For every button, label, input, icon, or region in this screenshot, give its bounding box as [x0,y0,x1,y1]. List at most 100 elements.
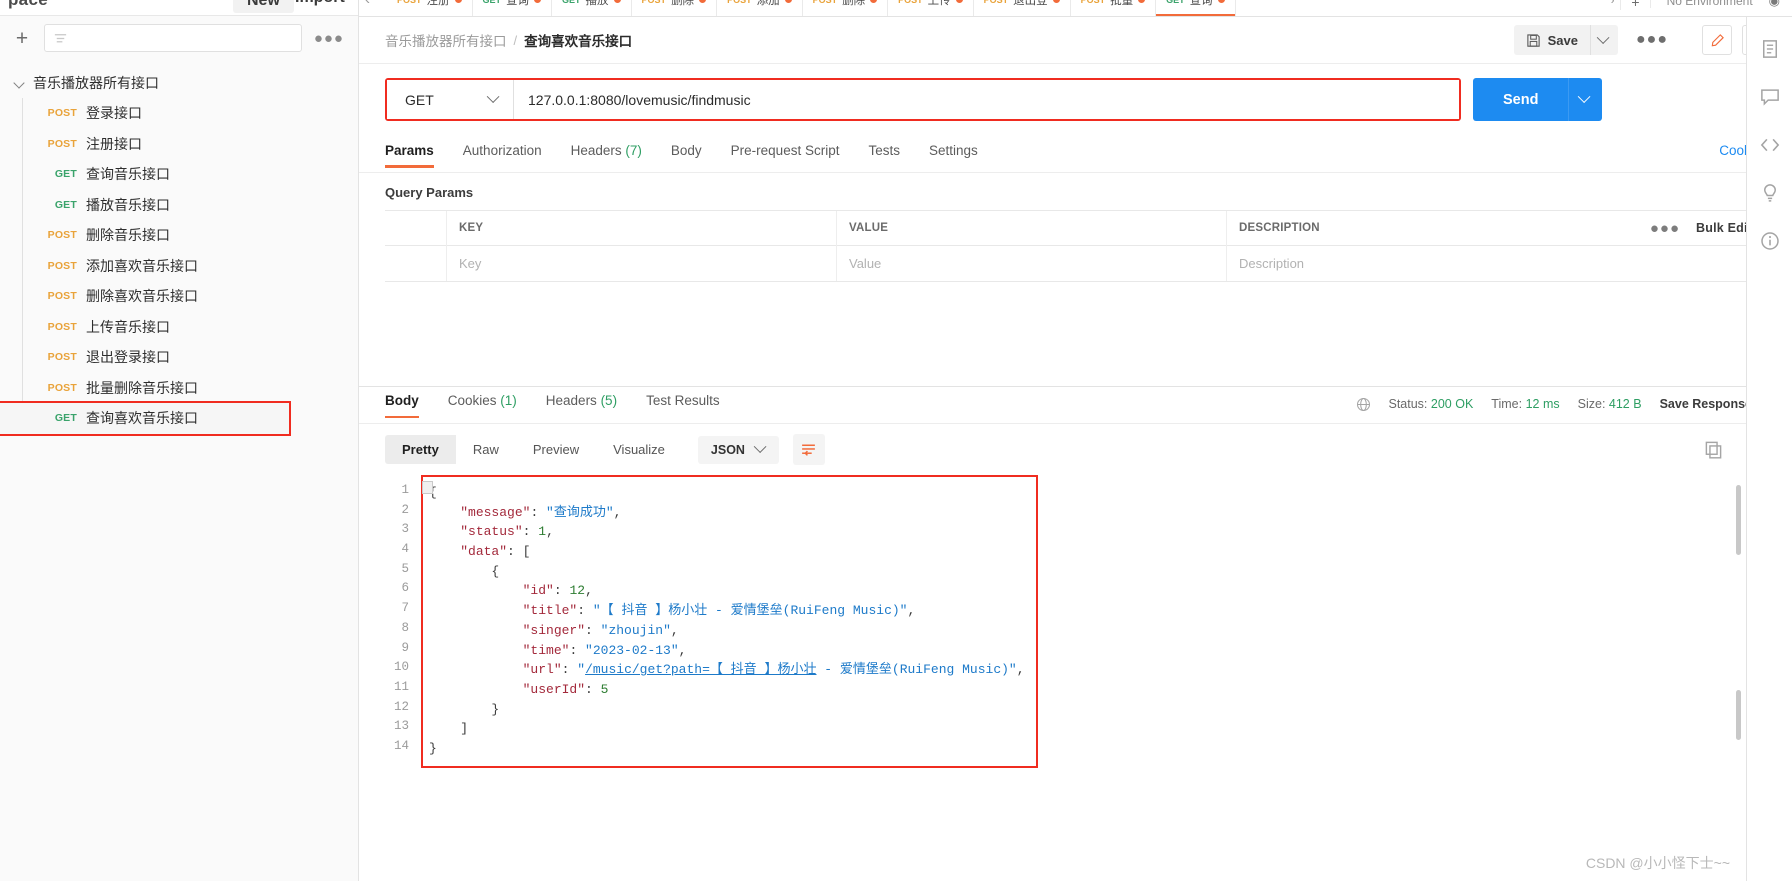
sidebar-request-item[interactable]: GET 查询音乐接口 [22,159,358,190]
info-icon[interactable] [1760,231,1780,251]
lightbulb-icon[interactable] [1760,183,1780,203]
unsaved-dot-icon[interactable] [699,0,707,3]
environment-eye-icon[interactable]: ◉ [1769,0,1792,9]
response-tab-headers[interactable]: Headers (5) [546,393,617,417]
open-tab[interactable]: POST 删除 [803,0,889,16]
request-tab-settings[interactable]: Settings [929,143,978,167]
method-select[interactable]: GET [387,80,514,119]
row-checkbox-cell[interactable] [385,246,447,281]
code-snippet-icon[interactable] [1760,135,1780,155]
line-number: 1 [401,483,409,497]
tab-method-label: POST [397,0,422,5]
tab-label: Pre-request Script [730,142,840,158]
unsaved-dot-icon[interactable] [955,0,963,3]
request-tab-headers[interactable]: Headers (7) [571,143,642,167]
table-more-icon[interactable]: ●●● [1650,220,1680,237]
edit-request-button[interactable] [1702,25,1732,55]
line-number: 2 [401,502,409,517]
request-body-empty-space [359,282,1792,386]
tabbar-scroll-left-icon[interactable]: ‹ [365,0,370,8]
sidebar-more-icon[interactable]: ●●● [312,30,346,47]
select-all-cell[interactable] [385,210,447,246]
tab-label: Body [670,142,702,158]
sidebar-request-item[interactable]: GET 播放音乐接口 [22,190,358,221]
documentation-icon[interactable] [1760,39,1780,59]
description-input[interactable]: Description [1227,246,1768,281]
bulk-edit-button[interactable]: Bulk Edit [1696,221,1752,235]
environment-selector[interactable]: No Environment [1649,0,1769,8]
url-input[interactable] [514,80,1459,119]
sidebar-request-item[interactable]: POST 注册接口 [22,129,358,160]
unsaved-dot-icon[interactable] [1217,0,1225,3]
request-tab-body[interactable]: Body [671,143,702,167]
wrap-lines-button[interactable] [792,434,825,465]
request-tab-pre-request-script[interactable]: Pre-request Script [731,143,840,167]
open-tab[interactable]: POST 删除 [632,0,718,16]
sidebar-request-item[interactable]: POST 批量删除音乐接口 [22,373,358,404]
response-format-select[interactable]: JSON [697,435,779,464]
sidebar-request-item[interactable]: POST 登录接口 [22,98,358,129]
value-input[interactable]: Value [837,246,1227,281]
filter-input[interactable] [44,24,302,52]
code-token: : [ [507,544,531,560]
code-token: "2023-02-13" [585,642,679,658]
code-token: : [522,524,539,540]
response-tab-test-results[interactable]: Test Results [646,393,720,417]
new-button[interactable]: New [233,0,294,13]
request-name-label: 注册接口 [86,135,142,152]
request-tab-params[interactable]: Params [385,143,434,168]
save-options-button[interactable] [1590,25,1618,55]
send-options-button[interactable] [1568,78,1603,121]
unsaved-dot-icon[interactable] [534,0,542,3]
unsaved-dot-icon[interactable] [870,0,878,3]
response-scrollbar[interactable] [1736,485,1741,555]
open-tab[interactable]: GET 查询 [473,0,553,16]
send-button[interactable]: Send [1473,78,1569,121]
open-tab[interactable]: POST 批量 [1071,0,1157,16]
request-more-icon[interactable]: ●●● [1636,31,1668,49]
view-mode-visualize[interactable]: Visualize [596,435,682,464]
open-tab[interactable]: POST 添加 [717,0,803,16]
view-mode-raw[interactable]: Raw [455,435,516,464]
unsaved-dot-icon[interactable] [613,0,621,3]
sidebar-request-item[interactable]: POST 上传音乐接口 [22,312,358,343]
comments-icon[interactable] [1760,87,1780,107]
view-mode-pretty[interactable]: Pretty [385,435,456,464]
response-tab-body[interactable]: Body [385,393,419,418]
sidebar-request-item[interactable]: POST 退出登录接口 [22,342,358,373]
key-input[interactable]: Key [447,246,837,281]
collection-root[interactable]: 音乐播放器所有接口 [0,68,358,98]
response-json-box[interactable]: { "message": "查询成功", "status": 1, "data"… [421,475,1038,768]
open-tab[interactable]: POST 退出登 [974,0,1071,16]
copy-icon[interactable] [1704,440,1723,459]
sidebar-request-item[interactable]: GET 查询喜欢音乐接口 [0,401,291,436]
open-tab[interactable]: GET 查询 [1156,0,1236,16]
new-tab-button[interactable]: + [1620,0,1649,10]
response-scrollbar-2[interactable] [1736,690,1741,740]
open-tab[interactable]: GET 播放 [552,0,632,16]
breadcrumb-parent[interactable]: 音乐播放器所有接口 [385,30,507,50]
unsaved-dot-icon[interactable] [454,0,462,3]
unsaved-dot-icon[interactable] [1138,0,1146,3]
add-icon[interactable]: + [10,26,34,50]
tab-label: Test Results [646,393,720,408]
response-tab-cookies[interactable]: Cookies (1) [448,393,517,417]
open-tab[interactable]: POST 上传 [888,0,974,16]
code-token[interactable]: /music/get?path=【 抖音 】杨小壮 [585,662,816,677]
import-button[interactable]: Import [295,0,345,7]
save-button[interactable]: Save [1513,25,1590,55]
unsaved-dot-icon[interactable] [784,0,792,3]
code-line: "title": "【 抖音 】杨小壮 - 爱情堡垒(RuiFeng Music… [429,601,1036,621]
request-tab-authorization[interactable]: Authorization [463,143,542,167]
sidebar-request-item[interactable]: POST 删除喜欢音乐接口 [22,281,358,312]
view-mode-preview[interactable]: Preview [515,435,597,464]
code-token: "userId" [522,681,586,697]
column-header-description-label: DESCRIPTION [1239,222,1320,234]
open-tab[interactable]: POST 注册 [387,0,473,16]
sidebar-request-item[interactable]: POST 删除音乐接口 [22,220,358,251]
sidebar-request-item[interactable]: POST 添加喜欢音乐接口 [22,251,358,282]
request-tab-tests[interactable]: Tests [868,143,900,167]
unsaved-dot-icon[interactable] [1052,0,1060,3]
tabbar-scroll-right-icon[interactable]: › [1605,0,1621,7]
code-fold-marker[interactable] [422,481,433,494]
